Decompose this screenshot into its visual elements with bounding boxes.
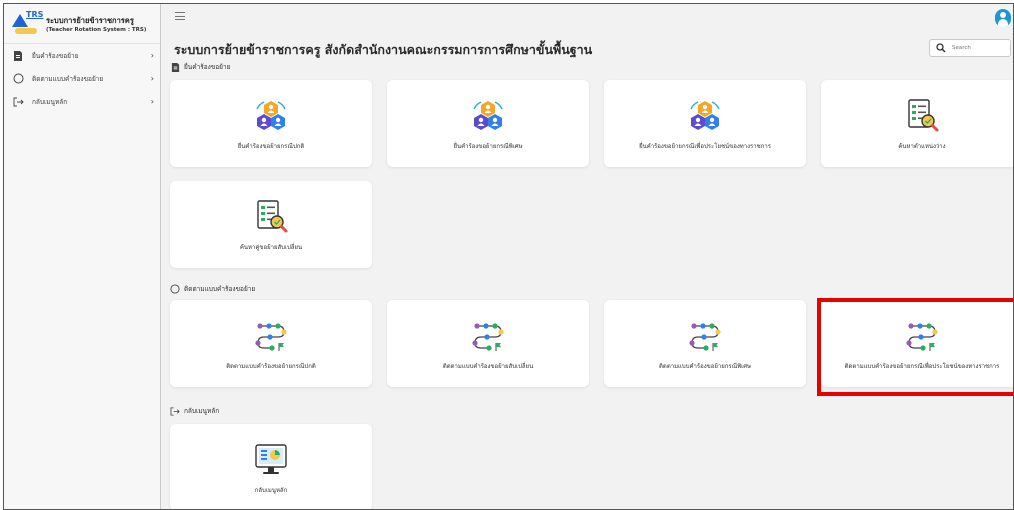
monitor-chart-icon [252, 441, 290, 479]
card-submit-normal[interactable]: ยื่นคำร้องขอย้ายกรณีปกติ [170, 80, 372, 167]
route-icon [903, 317, 941, 355]
card-label: ติดตามแบบคำร้องขอย้ายกรณีปกติ [226, 363, 316, 370]
logo-abbr: TRS [26, 9, 44, 19]
card-label: ค้นหาคู่ขอย้ายสับเปลี่ยน [239, 244, 303, 251]
route-icon [469, 317, 507, 355]
card-search-swap[interactable]: ค้นหาคู่ขอย้ายสับเปลี่ยน [170, 181, 372, 268]
card-label: ยื่นคำร้องขอย้ายกรณีปกติ [237, 143, 305, 150]
card-label: ค้นหาตำแหน่งว่าง [898, 143, 946, 150]
arrow-right-icon [12, 96, 24, 108]
file-icon [170, 62, 180, 72]
section-title: ยื่นคำร้องขอย้าย [184, 63, 231, 71]
route-icon [252, 317, 290, 355]
people-hexagon-icon [686, 97, 724, 135]
app-window: TRS ระบบการย้ายข้าราชการครู (Teacher Rot… [3, 3, 1014, 510]
chevron-right-icon: › [150, 97, 154, 106]
search-circle-icon [12, 73, 24, 85]
card-label: ติดตามแบบคำร้องขอย้ายสับเปลี่ยน [442, 363, 534, 370]
card-label: ติดตามแบบคำร้องขอย้ายกรณีเพื่อประโยชน์ขอ… [844, 363, 1000, 370]
file-icon [12, 50, 24, 62]
app-title: ระบบการย้ายข้าราชการครู [46, 15, 134, 25]
card-submit-special[interactable]: ยื่นคำร้องขอย้ายกรณีพิเศษ [387, 80, 589, 167]
search-circle-icon [170, 284, 180, 294]
card-search-vacancy[interactable]: ค้นหาตำแหน่งว่าง [821, 80, 1013, 167]
sidebar-item-submit[interactable]: ยื่นคำร้องขอย้าย › [4, 44, 160, 67]
sidebar: TRS ระบบการย้ายข้าราชการครู (Teacher Rot… [4, 4, 161, 509]
chevron-right-icon: › [150, 51, 154, 60]
user-avatar-icon[interactable] [995, 9, 1011, 27]
route-icon [686, 317, 724, 355]
sidebar-item-track[interactable]: ติดตามแบบคำร้องขอย้าย › [4, 67, 160, 90]
sidebar-item-label: ยื่นคำร้องขอย้าย [32, 51, 79, 60]
section-title: กลับเมนูหลัก [184, 407, 220, 415]
main-content: ระบบการย้ายข้าราชการครู สังกัดสำนักงานคณ… [161, 4, 1013, 509]
card-track-official[interactable]: ติดตามแบบคำร้องขอย้ายกรณีเพื่อประโยชน์ขอ… [821, 300, 1013, 387]
card-track-normal[interactable]: ติดตามแบบคำร้องขอย้ายกรณีปกติ [170, 300, 372, 387]
card-label: ยื่นคำร้องขอย้ายกรณีพิเศษ [453, 143, 523, 150]
sidebar-item-label: ติดตามแบบคำร้องขอย้าย [32, 74, 104, 83]
sidebar-item-back[interactable]: กลับเมนูหลัก › [4, 90, 160, 113]
brand[interactable]: TRS ระบบการย้ายข้าราชการครู (Teacher Rot… [4, 4, 160, 44]
page-title: ระบบการย้ายข้าราชการครู สังกัดสำนักงานคณ… [174, 42, 593, 57]
chevron-right-icon: › [150, 74, 154, 83]
section-title: ติดตามแบบคำร้องขอย้าย [184, 285, 256, 293]
card-track-special[interactable]: ติดตามแบบคำร้องขอย้ายกรณีพิเศษ [604, 300, 806, 387]
document-search-icon [252, 198, 290, 236]
search-box[interactable] [929, 39, 1011, 57]
trs-logo: TRS [12, 9, 44, 38]
search-icon [936, 43, 946, 53]
section-submit-header: ยื่นคำร้องขอย้าย [170, 62, 230, 72]
section-track-header: ติดตามแบบคำร้องขอย้าย [170, 284, 255, 294]
menu-toggle-icon[interactable] [175, 12, 185, 20]
card-track-swap[interactable]: ติดตามแบบคำร้องขอย้ายสับเปลี่ยน [387, 300, 589, 387]
card-label: ติดตามแบบคำร้องขอย้ายกรณีพิเศษ [659, 363, 751, 370]
people-hexagon-icon [252, 97, 290, 135]
app-subtitle: (Teacher Rotation System : TRS) [46, 26, 147, 33]
document-search-icon [903, 97, 941, 135]
arrow-right-icon [170, 406, 180, 416]
card-label: ยื่นคำร้องขอย้ายกรณีเพื่อประโยชน์ของทางร… [639, 143, 771, 150]
card-back-home[interactable]: กลับเมนูหลัก [170, 424, 372, 509]
sidebar-item-label: กลับเมนูหลัก [32, 97, 68, 106]
people-hexagon-icon [469, 97, 507, 135]
card-submit-official[interactable]: ยื่นคำร้องขอย้ายกรณีเพื่อประโยชน์ของทางร… [604, 80, 806, 167]
card-label: กลับเมนูหลัก [254, 487, 288, 494]
section-back-header: กลับเมนูหลัก [170, 406, 219, 416]
search-input[interactable] [952, 45, 1007, 51]
